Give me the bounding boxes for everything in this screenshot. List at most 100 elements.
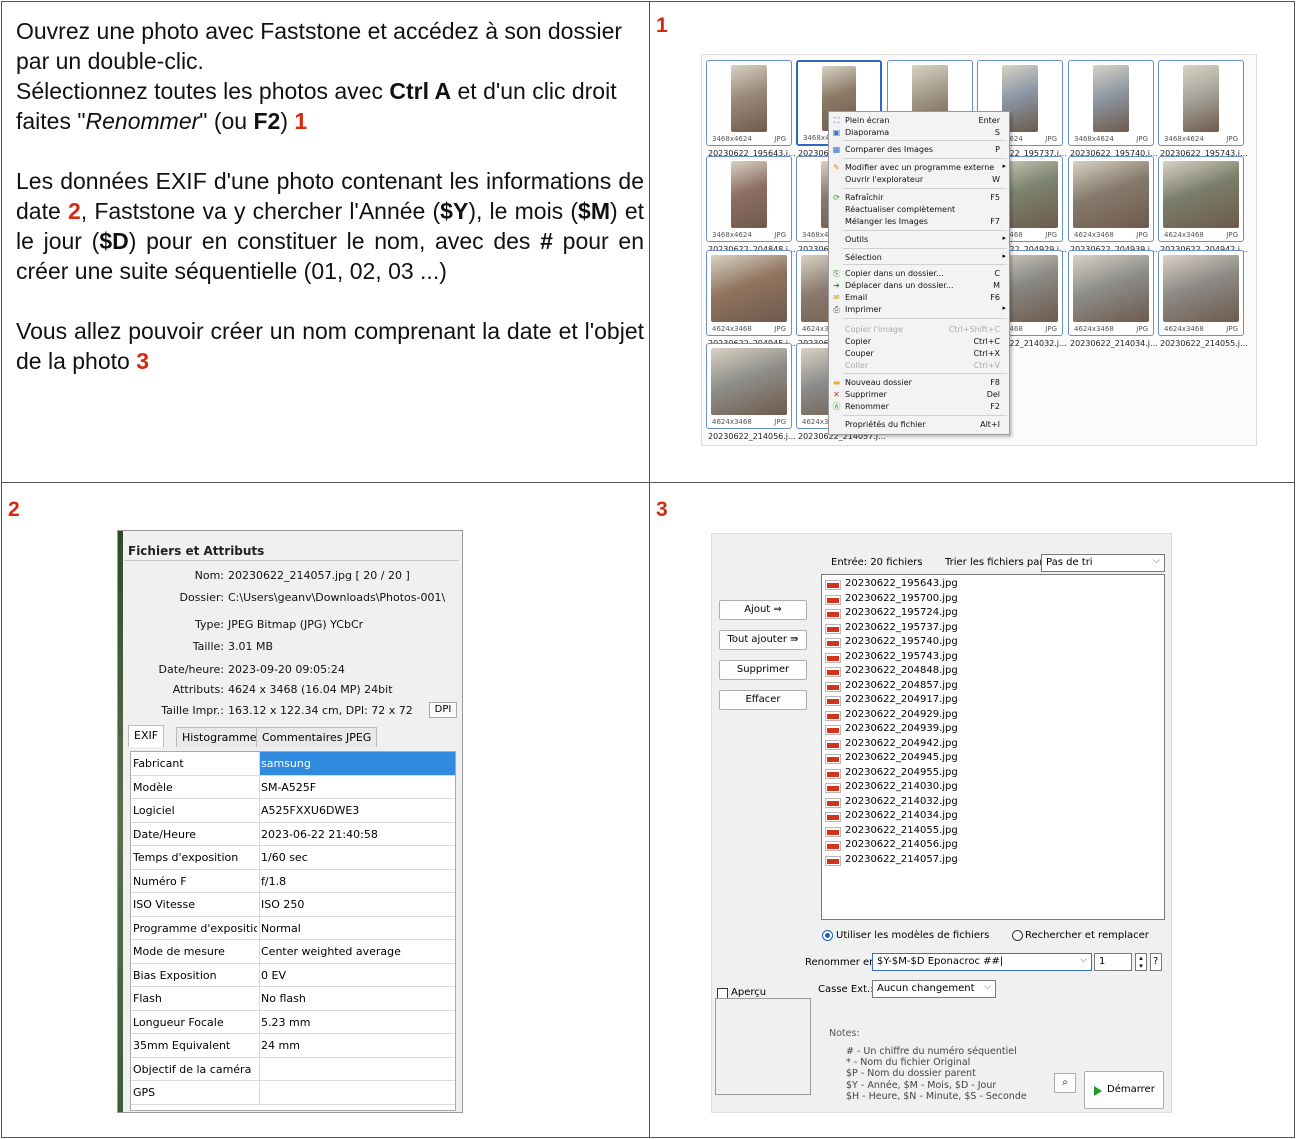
thumbnail[interactable]: 4624x3468 JPG — [706, 343, 792, 429]
exif-key: Flash — [133, 992, 162, 1005]
menu-item-comparer-des-images[interactable]: ▦ Comparer des Images P — [829, 144, 1009, 156]
start-number-spinner[interactable]: ▴ ▾ — [1135, 953, 1147, 971]
exif-row[interactable]: 35mm Equivalent 24 mm — [131, 1034, 455, 1058]
exif-row[interactable]: Programme d'exposition Normal — [131, 916, 455, 940]
thumbnail-dimensions: 3468x4624 — [712, 135, 752, 143]
thumbnail[interactable]: 4624x3468 JPG — [1068, 156, 1154, 242]
menu-item-email[interactable]: ✉ Email F6 — [829, 292, 1009, 304]
add-button[interactable]: Ajout ⇒ — [719, 600, 807, 620]
exif-row[interactable]: Longueur Focale 5.23 mm — [131, 1010, 455, 1034]
tab-exif[interactable]: EXIF — [128, 725, 165, 747]
menu-item-label: Rafraîchir — [845, 193, 884, 202]
menu-item-copier-dans-un-dossier[interactable]: ⎘ Copier dans un dossier... C — [829, 268, 1009, 280]
menu-item-diaporama[interactable]: ▣ Diaporama S — [829, 127, 1009, 139]
preview-box — [715, 998, 811, 1095]
clear-button[interactable]: Effacer — [719, 690, 807, 710]
dpi-button[interactable]: DPI — [429, 702, 457, 718]
email-icon: ✉ — [833, 293, 840, 302]
exif-row[interactable]: Date/Heure 2023-06-22 21:40:58 — [131, 822, 455, 846]
menu-item-d-placer-dans-un-dossier[interactable]: ➜ Déplacer dans un dossier... M — [829, 280, 1009, 292]
start-button[interactable]: Démarrer — [1084, 1071, 1164, 1109]
exif-row[interactable]: Flash No flash — [131, 987, 455, 1011]
thumbnail[interactable]: 3468x4624 JPG — [1068, 60, 1154, 146]
thumbnail-image — [711, 255, 787, 322]
menu-item-rafra-chir[interactable]: ⟳ Rafraîchir F5 — [829, 192, 1009, 204]
exif-row[interactable]: ISO Vitesse ISO 250 — [131, 893, 455, 917]
menu-item-s-lection[interactable]: Sélection ▸ — [829, 252, 1009, 264]
exif-row[interactable]: Temps d'exposition 1/60 sec — [131, 846, 455, 870]
radio-search-replace[interactable] — [1012, 930, 1023, 941]
menu-item-r-actualiser-compl-tement[interactable]: Réactualiser complètement — [829, 204, 1009, 216]
exif-row[interactable]: Logiciel A525FXXU6DWE3 — [131, 799, 455, 823]
exif-key: Modèle — [133, 780, 173, 794]
thumbnail-format: JPG — [1136, 135, 1148, 143]
thumbnail-image — [1073, 255, 1149, 322]
exif-value: 5.23 mm — [261, 1015, 311, 1029]
case-ext-select[interactable]: Aucun changement ⌵ — [872, 980, 996, 998]
thumbnail[interactable]: 4624x3468 JPG — [1158, 156, 1244, 242]
instruction-text: Sélectionnez toutes les photos avec — [16, 78, 390, 104]
menu-item-label: Copier dans un dossier... — [845, 269, 944, 278]
menu-item-outils[interactable]: Outils ▸ — [829, 234, 1009, 246]
menu-item-label: Outils — [845, 235, 869, 244]
prop-attributes: Attributs: 4624 x 3468 (16.04 MP) 24bit — [173, 683, 393, 696]
exif-row[interactable]: GPS — [131, 1081, 455, 1105]
thumbnail[interactable]: 3468x4624 JPG — [706, 60, 792, 146]
jpg-file-icon — [825, 638, 841, 648]
file-name: 20230622_214030.jpg — [845, 781, 958, 792]
menu-item-couper[interactable]: Couper Ctrl+X — [829, 348, 1009, 360]
thumbnail[interactable]: 4624x3468 JPG — [706, 250, 792, 336]
menu-item-ouvrir-l-explorateur[interactable]: Ouvrir l'explorateur W — [829, 174, 1009, 186]
menu-item-supprimer[interactable]: ✕ Supprimer Del — [829, 389, 1009, 401]
thumbnail[interactable]: 4624x3468 JPG — [1068, 250, 1154, 336]
remove-button[interactable]: Supprimer — [719, 660, 807, 680]
column-divider — [259, 987, 260, 1010]
jpg-file-icon — [825, 826, 841, 837]
menu-item-renommer[interactable]: Ⓐ Renommer F2 — [829, 401, 1009, 413]
thumbnail[interactable]: 4624x3468 JPG — [1158, 250, 1244, 336]
exif-row[interactable]: Objectif de la caméra — [131, 1057, 455, 1081]
batch-rename-dialog: Entrée: 20 fichiers Trier les fichiers p… — [711, 533, 1172, 1113]
tab-histogram[interactable]: Histogramme — [176, 727, 263, 747]
radio-use-templates[interactable] — [822, 930, 833, 941]
sort-select[interactable]: Pas de tri ⌵ — [1041, 554, 1165, 572]
column-divider — [259, 1010, 260, 1033]
rename-pattern-input[interactable]: $Y-$M-$D Eponacroc ##| ⌵ — [872, 953, 1092, 971]
menu-item-propri-t-s-du-fichier[interactable]: Propriétés du fichier Alt+I — [829, 419, 1009, 431]
instruction-step-name: Vous allez pouvoir créer un nom comprena… — [16, 316, 644, 376]
preview-file-button[interactable]: ⌕ — [1054, 1073, 1076, 1093]
exif-row[interactable]: Modèle SM-A525F — [131, 775, 455, 799]
file-name: 20230622_214034.jpg — [845, 810, 958, 821]
thumbnail-dimensions: 3468x4624 — [1164, 135, 1204, 143]
menu-item-m-langer-les-images[interactable]: Mélanger les Images F7 — [829, 216, 1009, 228]
jpg-file-icon — [825, 855, 841, 866]
menu-item-imprimer[interactable]: ⎙ Imprimer ▸ — [829, 304, 1009, 316]
exif-value: Center weighted average — [261, 945, 401, 958]
menu-item-plein-cran[interactable]: ⛶ Plein écran Enter — [829, 115, 1009, 127]
chevron-down-icon: ⌵ — [984, 982, 991, 992]
exif-row[interactable]: Mode de mesure Center weighted average — [131, 940, 455, 964]
exif-row[interactable]: Numéro F f/1.8 — [131, 869, 455, 893]
exif-row[interactable]: Fabricant samsung — [131, 752, 455, 776]
instruction-step-open: Ouvrez une photo avec Faststone et accéd… — [16, 16, 644, 76]
slideshow-icon: ▣ — [832, 128, 841, 137]
help-button[interactable]: ? — [1150, 953, 1162, 971]
prop-key: Attributs: — [172, 683, 224, 696]
menu-item-nouveau-dossier[interactable]: ▬ Nouveau dossier F8 — [829, 377, 1009, 389]
jpg-file-icon — [825, 609, 841, 619]
move-folder-icon: ➜ — [833, 281, 840, 290]
exif-value: No flash — [261, 992, 306, 1005]
input-file-list[interactable]: 20230622_195643.jpg 20230622_195700.jpg 20… — [821, 574, 1165, 920]
add-all-button[interactable]: Tout ajouter ⇛ — [719, 630, 807, 650]
thumbnail[interactable]: 3468x4624 JPG — [706, 156, 792, 242]
start-number-input[interactable]: 1 — [1094, 953, 1132, 971]
menu-item-copier[interactable]: Copier Ctrl+C — [829, 336, 1009, 348]
exif-key: Date/Heure — [133, 827, 197, 841]
exif-row[interactable]: Bias Exposition 0 EV — [131, 963, 455, 987]
tab-jpeg-comments[interactable]: Commentaires JPEG — [256, 727, 378, 747]
menu-item-modifier-avec-un-programme-externe[interactable]: ✎ Modifier avec un programme externe ▸ — [829, 162, 1009, 174]
thumbnail[interactable]: 3468x4624 JPG — [1158, 60, 1244, 146]
thumbnail-format: JPG — [1226, 325, 1238, 333]
exif-value: 2023-06-22 21:40:58 — [261, 827, 378, 841]
thumbnail-image — [711, 348, 787, 415]
